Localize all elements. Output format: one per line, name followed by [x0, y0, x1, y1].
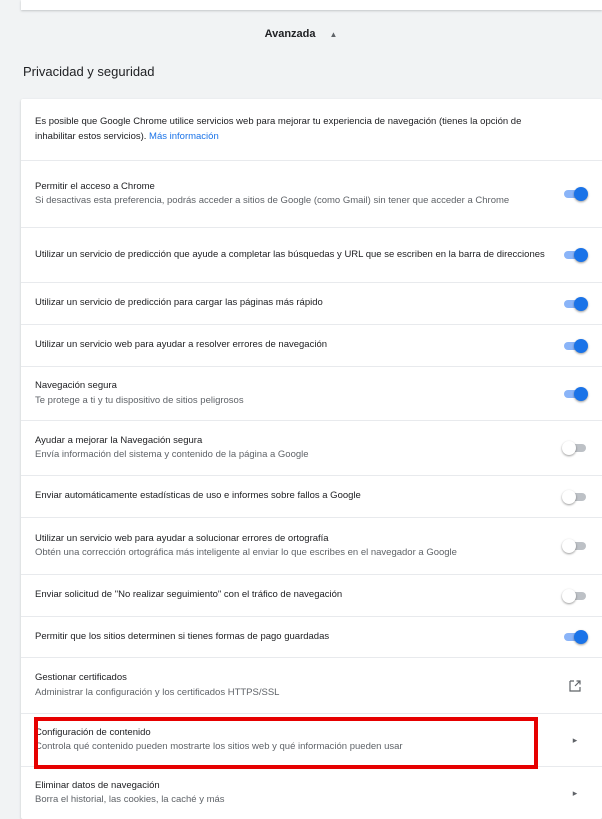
toggle-switch[interactable]	[562, 338, 588, 353]
row-services-info: Es posible que Google Chrome utilice ser…	[21, 99, 602, 160]
open-in-new-icon[interactable]	[562, 679, 588, 693]
toggle-switch[interactable]	[562, 248, 588, 262]
row-prediction-pages[interactable]: Utilizar un servicio de predicción para …	[21, 282, 602, 324]
arrow-right-icon[interactable]: ▸	[562, 733, 588, 747]
toggle-switch[interactable]	[562, 441, 588, 455]
toggle-switch[interactable]	[562, 588, 588, 603]
privacy-card: Es posible que Google Chrome utilice ser…	[21, 99, 602, 819]
row-title: Navegación segura	[35, 380, 117, 391]
row-subtitle: Te protege a ti y tu dispositivo de siti…	[35, 394, 244, 406]
chevron-up-icon: ▲	[329, 29, 338, 39]
row-title: Enviar automáticamente estadísticas de u…	[35, 490, 361, 502]
toggle-switch[interactable]	[562, 630, 588, 644]
row-spellcheck[interactable]: Utilizar un servicio web para ayudar a s…	[21, 517, 602, 574]
toggle-switch[interactable]	[562, 539, 588, 553]
arrow-right-icon[interactable]: ▸	[562, 786, 588, 800]
top-card	[21, 0, 602, 10]
row-navigation-errors[interactable]: Utilizar un servicio web para ayudar a r…	[21, 324, 602, 366]
row-improve-safe-browsing[interactable]: Ayudar a mejorar la Navegación segura En…	[21, 420, 602, 475]
row-title: Configuración de contenido	[35, 726, 151, 738]
toggle-switch[interactable]	[562, 187, 588, 201]
section-title: Privacidad y seguridad	[23, 64, 155, 79]
row-subtitle: Si desactivas esta preferencia, podrás a…	[35, 195, 510, 206]
toggle-switch[interactable]	[562, 489, 588, 504]
toggle-switch[interactable]	[562, 296, 588, 311]
row-subtitle: Administrar la configuración y los certi…	[35, 686, 280, 698]
row-title: Permitir que los sitios determinen si ti…	[35, 630, 330, 642]
row-do-not-track[interactable]: Enviar solicitud de "No realizar seguimi…	[21, 574, 602, 616]
row-title: Eliminar datos de navegación	[35, 779, 160, 791]
row-title: Gestionar certificados	[35, 672, 127, 683]
row-title: Ayudar a mejorar la Navegación segura	[35, 434, 203, 446]
more-info-link[interactable]: Más información	[149, 131, 219, 142]
row-safe-browsing[interactable]: Navegación segura Te protege a ti y tu d…	[21, 366, 602, 420]
advanced-toggle[interactable]: Avanzada ▲	[0, 22, 602, 46]
row-clear-browsing-data[interactable]: Eliminar datos de navegación Borra el hi…	[21, 766, 602, 819]
row-subtitle: Envía información del sistema y contenid…	[35, 449, 309, 460]
row-manage-certificates[interactable]: Gestionar certificados Administrar la co…	[21, 657, 602, 713]
row-title: Utilizar un servicio de predicción para …	[35, 297, 323, 309]
row-content-settings[interactable]: Configuración de contenido Controla qué …	[21, 713, 602, 766]
toggle-switch[interactable]	[562, 386, 588, 401]
row-title: Utilizar un servicio web para ayudar a s…	[35, 532, 329, 544]
advanced-label: Avanzada	[264, 28, 316, 40]
row-prediction-search[interactable]: Utilizar un servicio de predicción que a…	[21, 227, 602, 282]
row-title: Utilizar un servicio web para ayudar a r…	[35, 339, 328, 351]
row-subtitle: Controla qué contenido pueden mostrarte …	[35, 741, 403, 752]
row-title: Es posible que Google Chrome utilice ser…	[35, 116, 522, 142]
row-subtitle: Obtén una corrección ortográfica más int…	[35, 547, 457, 558]
row-usage-stats[interactable]: Enviar automáticamente estadísticas de u…	[21, 475, 602, 517]
row-subtitle: Borra el historial, las cookies, la cach…	[35, 794, 225, 805]
row-title: Utilizar un servicio de predicción que a…	[35, 248, 545, 260]
row-title: Permitir el acceso a Chrome	[35, 180, 155, 192]
row-allow-chrome-signin[interactable]: Permitir el acceso a Chrome Si desactiva…	[21, 160, 602, 227]
row-payment-methods[interactable]: Permitir que los sitios determinen si ti…	[21, 616, 602, 657]
row-title: Enviar solicitud de "No realizar seguimi…	[35, 589, 343, 601]
